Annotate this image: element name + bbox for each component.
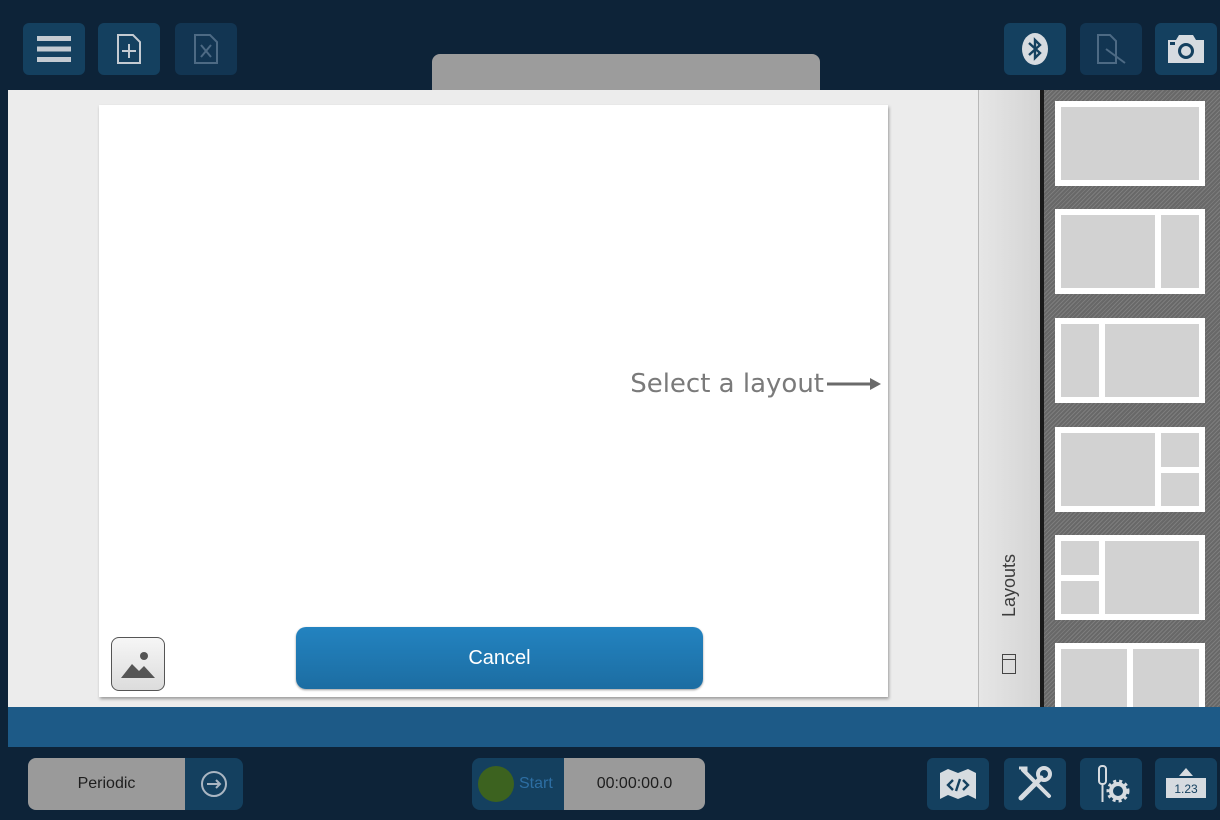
screenshot-button[interactable] (1155, 23, 1217, 75)
insert-image-button[interactable] (111, 637, 165, 691)
layouts-tab-label-wrap: Layouts (995, 545, 1025, 625)
layout-cell (1061, 433, 1155, 506)
status-bar (8, 707, 1220, 747)
timer-value: 00:00:00.0 (596, 775, 673, 792)
collection-mode-label: Periodic (77, 775, 136, 792)
meter-button[interactable]: 1.23 (1155, 758, 1217, 810)
elapsed-timer: 00:00:00.0 (564, 758, 705, 810)
start-label: Start (519, 775, 553, 792)
menu-button[interactable] (23, 23, 85, 75)
code-button[interactable] (927, 758, 989, 810)
sensor-settings-icon (1098, 765, 1130, 803)
layout-panel-icon (1002, 654, 1016, 674)
export-button[interactable] (1080, 23, 1142, 75)
meter-icon: 1.23 (1166, 768, 1206, 798)
start-indicator (478, 766, 514, 802)
new-file-button[interactable] (98, 23, 160, 75)
select-layout-hint: Select a layout (630, 369, 882, 399)
layout-thumb-left-wide-right-split[interactable] (1055, 427, 1205, 512)
collection-mode-toggle[interactable] (185, 758, 243, 810)
top-toolbar (0, 0, 1220, 90)
layout-thumb-two-equal[interactable] (1055, 643, 1205, 707)
layout-cell (1061, 541, 1099, 575)
tools-icon (1018, 766, 1052, 801)
layout-cell (1161, 215, 1199, 288)
layout-cell (1061, 215, 1155, 288)
layouts-panel (1040, 90, 1220, 707)
tools-button[interactable] (1004, 758, 1066, 810)
close-file-button[interactable] (175, 23, 237, 75)
layout-cell (1161, 472, 1199, 506)
hamburger-menu-icon (37, 36, 71, 62)
layouts-tab[interactable]: Layouts (978, 90, 1040, 707)
new-file-plus-icon (117, 34, 141, 64)
cancel-button[interactable]: Cancel (296, 627, 703, 689)
layout-cell (1061, 324, 1099, 397)
collection-mode-button[interactable]: Periodic (28, 758, 185, 810)
layout-cell (1105, 541, 1199, 614)
layout-cell (1061, 107, 1199, 180)
layout-cell (1061, 580, 1099, 614)
circle-arrow-right-icon (201, 771, 227, 797)
layout-thumb-wide-left[interactable] (1055, 209, 1205, 294)
select-layout-text: Select a layout (630, 369, 824, 399)
insert-image-icon (121, 652, 155, 678)
layout-cell (1105, 324, 1199, 397)
layout-thumb-wide-right[interactable] (1055, 318, 1205, 403)
camera-icon (1168, 35, 1204, 63)
bluetooth-icon (1022, 33, 1048, 65)
layout-cell (1061, 649, 1127, 707)
export-graph-icon (1097, 34, 1126, 64)
center-title-tab (432, 54, 820, 90)
layouts-tab-label: Layouts (999, 553, 1020, 617)
bluetooth-button[interactable] (1004, 23, 1066, 75)
code-window-icon (940, 769, 976, 799)
sensor-settings-button[interactable] (1080, 758, 1142, 810)
start-button[interactable]: Start (472, 758, 564, 810)
layout-thumb-single[interactable] (1055, 101, 1205, 186)
layout-cell (1161, 433, 1199, 467)
layout-cell (1133, 649, 1199, 707)
page-canvas: Select a layout Cancel (99, 105, 888, 697)
meter-value: 1.23 (1174, 782, 1198, 796)
close-file-x-icon (194, 34, 218, 64)
arrow-right-icon (827, 378, 881, 390)
layout-thumb-left-split-right-wide[interactable] (1055, 535, 1205, 620)
